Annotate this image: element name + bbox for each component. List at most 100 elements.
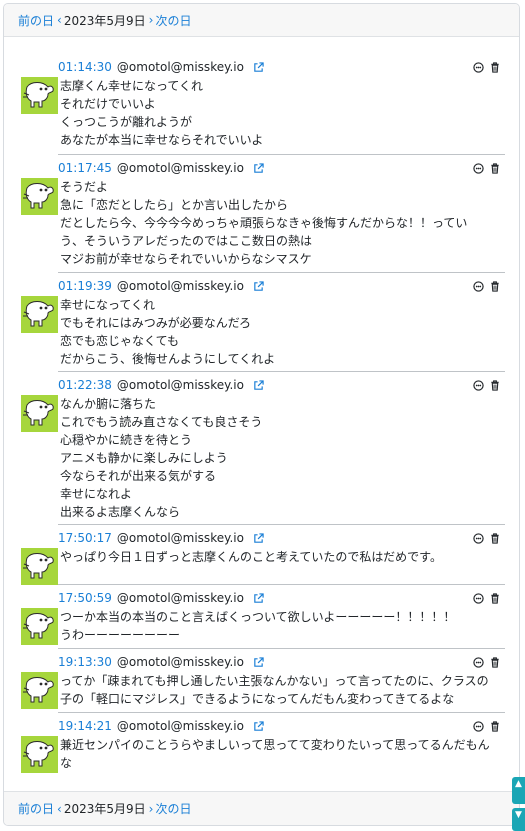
chevron-right-icon[interactable]: › [149,13,154,27]
post-actions [473,593,500,604]
avatar[interactable] [21,608,58,645]
external-link-icon[interactable] [253,720,264,732]
post-text-line: 幸せになれよ [60,487,133,501]
external-link-icon[interactable] [253,379,264,391]
external-link-icon[interactable] [253,592,264,604]
avatar[interactable] [21,672,58,709]
external-link-icon[interactable] [253,656,264,668]
post-meta: 01:14:30 @omotol@misskey.io [58,60,264,74]
scroll-up-button[interactable]: ▲ [512,777,525,804]
quote-icon[interactable] [473,62,484,73]
prev-day-link[interactable]: 前の日 [18,800,54,817]
post-body: つーか本当の本当のこと言えばくっついて欲しいよーーーーー！！！！！ うわーーーーー… [60,608,497,644]
post-text-line: 心穏やかに続きを待とう [60,433,193,447]
post-time-link[interactable]: 01:17:45 [58,161,112,175]
post-divider [58,524,505,525]
post-text-line: それだけでいいよ [60,97,156,111]
quote-icon[interactable] [473,593,484,604]
quote-icon[interactable] [473,380,484,391]
post-divider [58,272,505,273]
post-body: 兼近センパイのことうらやましいって思ってて変わりたいって思ってるんだもんな [60,736,497,772]
quote-icon[interactable] [473,281,484,292]
post-body: ってか「疎まれても押し通したい主張なんかない」って言ってたのに、クラスの 子の「軽… [60,672,497,708]
date-nav-top: 前の日 ‹ 2023年5月9日 › 次の日 [4,4,519,37]
trash-icon[interactable] [490,593,500,604]
post-actions [473,380,500,391]
trash-icon[interactable] [490,281,500,292]
timeline-card: 前の日 ‹ 2023年5月9日 › 次の日 01:14:30 @omotol@mi… [3,3,520,826]
post-actions [473,533,500,544]
post-divider [58,154,505,155]
post-text-line: う、そういうアレだったのではここ数日の熱は [60,234,313,248]
quote-icon[interactable] [473,657,484,668]
trash-icon[interactable] [490,380,500,391]
quote-icon[interactable] [473,163,484,174]
chevron-left-icon[interactable]: ‹ [57,802,62,816]
post-text-line: これでもう読み直さなくても良さそう [60,415,263,429]
trash-icon[interactable] [490,163,500,174]
post-text-line: うわーーーーーーーー [60,628,181,642]
post-time-link[interactable]: 01:22:38 [58,378,112,392]
post-actions [473,62,500,73]
post-username: @omotol@misskey.io [116,719,244,733]
post-body: 志摩くん幸せになってくれ それだけでいいよ くっつこうが離れようが あなたが本当に幸せ… [60,77,497,149]
trash-icon[interactable] [490,62,500,73]
post-body: やっぱり今日１日ずっと志摩くんのこと考えていたので私はだめです。 [60,548,497,566]
post-divider [58,584,505,585]
post-text-line: 幸せになってくれ [60,298,156,312]
external-link-icon[interactable] [253,280,264,292]
post-time-link[interactable]: 19:14:21 [58,719,112,733]
quote-icon[interactable] [473,721,484,732]
post-text-line: 子の「軽口にマジレス」できるようになってんだもん変わってきてるよな [60,692,455,706]
post-text-line: やっぱり今日１日ずっと志摩くんのこと考えていたので私はだめです。 [60,550,442,564]
prev-day-link[interactable]: 前の日 [18,12,54,29]
post-divider [58,648,505,649]
avatar[interactable] [21,395,58,432]
post-meta: 17:50:59 @omotol@misskey.io [58,591,264,605]
post-username: @omotol@misskey.io [116,591,244,605]
post-divider [58,371,505,372]
next-day-link[interactable]: 次の日 [155,800,191,817]
post-actions [473,657,500,668]
post-text-line: 急に「恋だとしたら」とか言い出したから [60,198,289,212]
post-time-link[interactable]: 17:50:17 [58,531,112,545]
external-link-icon[interactable] [253,532,264,544]
chevron-left-icon[interactable]: ‹ [57,13,62,27]
post-text-line: そうだよ [60,180,109,194]
chevron-right-icon[interactable]: › [149,802,154,816]
post-body: なんか腑に落ちた これでもう読み直さなくても良さそう 心穏やかに続きを待とう アニメも… [60,395,497,521]
post-text-line: マジお前が幸せならそれでいいからなシマスケ [60,252,312,266]
post-text-line: だとしたら今、今今今今めっちゃ頑張らなきゃ後悔すんだからな！！ってい [60,216,468,230]
post-time-link[interactable]: 19:13:30 [58,655,112,669]
post-time-link[interactable]: 17:50:59 [58,591,112,605]
post-body: 幸せになってくれ でもそれにはみつみが必要なんだろ 恋でも恋じゃなくても だからこう、… [60,296,497,368]
post-username: @omotol@misskey.io [116,655,244,669]
post-body: そうだよ急に「恋だとしたら」とか言い出したからだとしたら今、今今今今めっちゃ頑張… [60,178,497,268]
avatar[interactable] [21,178,58,215]
next-day-link[interactable]: 次の日 [155,12,191,29]
trash-icon[interactable] [490,721,500,732]
post-text-line: 志摩くん幸せになってくれ [60,79,204,93]
post-text-line: な [60,756,73,770]
post-divider [58,712,505,713]
avatar[interactable] [21,736,58,773]
external-link-icon[interactable] [253,162,264,174]
avatar[interactable] [21,77,58,114]
avatar[interactable] [21,296,58,333]
trash-icon[interactable] [490,533,500,544]
scroll-down-button[interactable]: ▼ [512,808,525,831]
date-nav-bottom: 前の日 ‹ 2023年5月9日 › 次の日 [4,791,519,825]
external-link-icon[interactable] [253,61,264,73]
post-actions [473,721,500,732]
post-meta: 19:14:21 @omotol@misskey.io [58,719,264,733]
post-text-line: 恋でも恋じゃなくても [60,334,180,348]
post-text-line: くっつこうが離れようが [60,115,193,129]
avatar[interactable] [21,548,58,585]
post-text-line: だからこう、後悔せんようにしてくれよ [60,352,276,366]
post-meta: 17:50:17 @omotol@misskey.io [58,531,264,545]
quote-icon[interactable] [473,533,484,544]
post-meta: 19:13:30 @omotol@misskey.io [58,655,264,669]
post-time-link[interactable]: 01:19:39 [58,279,112,293]
trash-icon[interactable] [490,657,500,668]
post-time-link[interactable]: 01:14:30 [58,60,112,74]
